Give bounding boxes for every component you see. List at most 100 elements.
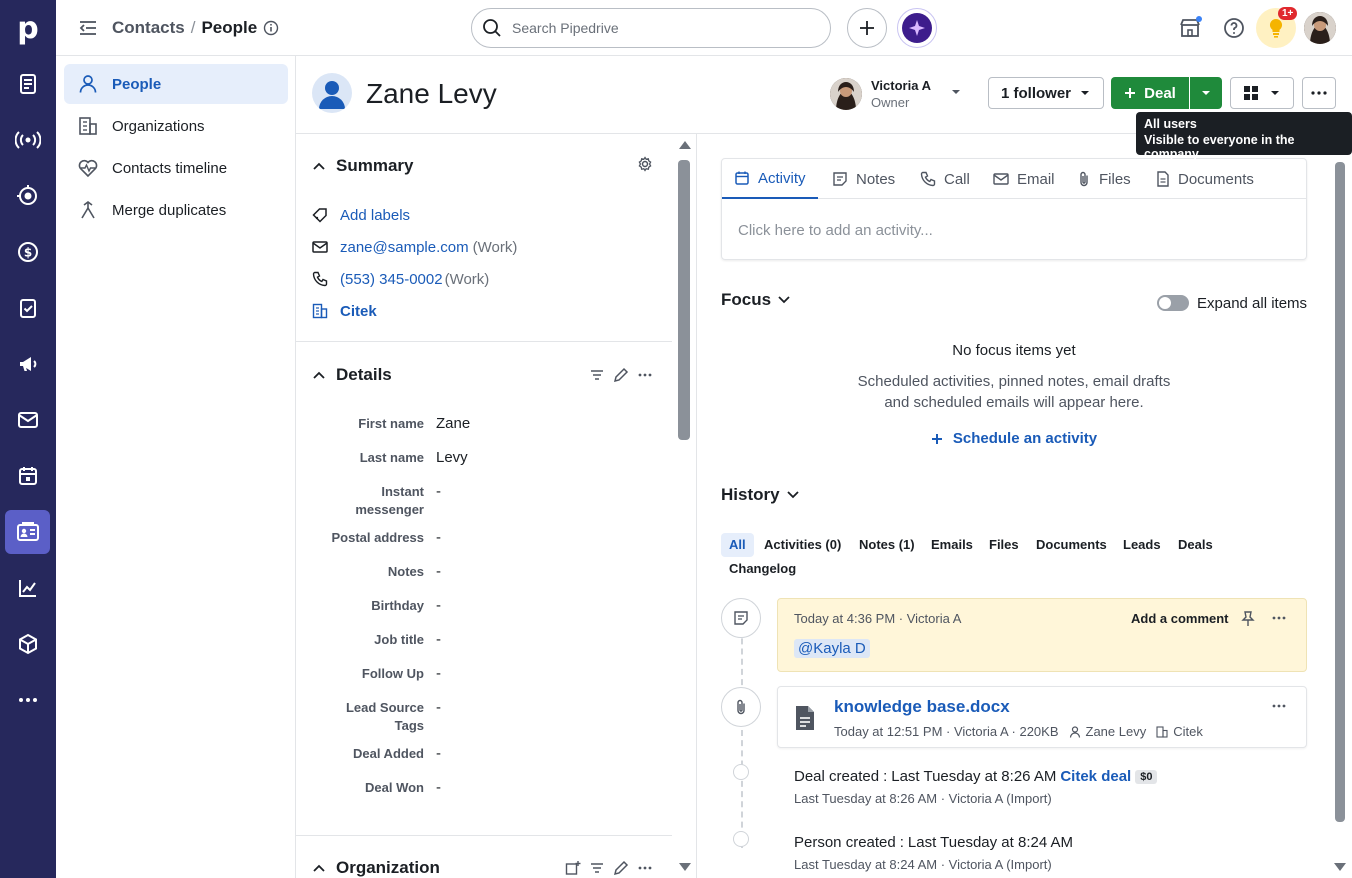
phone-row: (553) 345-0002 (Work): [312, 269, 489, 289]
organization-link[interactable]: Citek: [340, 303, 377, 320]
email-link[interactable]: zane@sample.com: [340, 239, 469, 256]
ellipsis-icon[interactable]: [637, 367, 653, 383]
more-actions-button[interactable]: [1302, 77, 1336, 109]
summary-settings-icon[interactable]: [637, 156, 653, 172]
tasks-icon[interactable]: [0, 284, 56, 332]
mail-icon[interactable]: [0, 396, 56, 444]
history-header[interactable]: History: [721, 485, 800, 505]
summary-header[interactable]: Summary: [312, 156, 413, 176]
search-input[interactable]: Search Pipedrive: [471, 8, 831, 48]
tab-notes[interactable]: Notes: [820, 159, 907, 199]
expand-all-toggle[interactable]: [1157, 295, 1189, 311]
building-icon: [1156, 725, 1168, 738]
field-label: Birthday: [371, 598, 424, 613]
add-deal-button[interactable]: Deal: [1111, 77, 1189, 109]
focus-empty-title: No focus items yet: [952, 342, 1076, 359]
field-label: Job title: [374, 632, 424, 647]
file-card[interactable]: knowledge base.docx Today at 12:51 PM · …: [777, 686, 1307, 748]
top-bar: Contacts / People Search Pipedrive 1+: [56, 0, 1352, 56]
file-org-link[interactable]: Citek: [1156, 724, 1203, 739]
collapse-menu-icon[interactable]: [78, 18, 98, 38]
filter-files[interactable]: Files: [981, 533, 1027, 557]
add-organization-icon[interactable]: [565, 860, 581, 876]
filter-documents[interactable]: Documents: [1028, 533, 1115, 557]
person-created-event: Person created: Last Tuesday at 8:24 AM: [794, 834, 1074, 851]
contacts-icon[interactable]: [5, 510, 50, 554]
add-comment-button[interactable]: Add a comment: [1131, 611, 1229, 626]
chevron-down-icon: [1269, 87, 1281, 99]
campaigns-icon[interactable]: [0, 340, 56, 388]
deals-icon[interactable]: $: [0, 228, 56, 276]
mention-chip[interactable]: @Kayla D: [794, 639, 870, 658]
signal-icon[interactable]: [0, 116, 56, 164]
ellipsis-icon[interactable]: [637, 860, 653, 876]
tips-button[interactable]: 1+: [1256, 7, 1298, 48]
scroll-up-icon[interactable]: [678, 140, 692, 150]
tab-documents[interactable]: Documents: [1144, 159, 1266, 199]
file-name-link[interactable]: knowledge base.docx: [834, 697, 1010, 717]
note-card[interactable]: Today at 4:36 PM · Victoria A Add a comm…: [777, 598, 1307, 672]
ellipsis-icon[interactable]: [1272, 699, 1286, 713]
user-avatar[interactable]: [1304, 12, 1336, 44]
filter-notes[interactable]: Notes (1): [851, 533, 923, 557]
scroll-down-icon[interactable]: [678, 862, 692, 872]
visibility-tooltip: All users Visible to everyone in the com…: [1136, 112, 1352, 161]
field-label: Last name: [359, 450, 424, 465]
details-header[interactable]: Details: [312, 365, 392, 385]
sidebar-item-merge-duplicates[interactable]: Merge duplicates: [64, 190, 288, 230]
ellipsis-icon[interactable]: [1272, 611, 1286, 625]
deal-dropdown-button[interactable]: [1190, 77, 1222, 109]
tab-files[interactable]: Files: [1065, 159, 1143, 199]
visibility-button[interactable]: [1230, 77, 1294, 109]
add-activity-input[interactable]: Click here to add an activity...: [738, 222, 933, 239]
deal-link[interactable]: Citek deal: [1060, 768, 1131, 785]
file-person-link[interactable]: Zane Levy: [1069, 724, 1146, 739]
sparkle-icon: [902, 13, 932, 43]
tab-call[interactable]: Call: [908, 159, 982, 199]
marketplace-icon[interactable]: [1176, 14, 1204, 42]
sidebar-item-contacts-timeline[interactable]: Contacts timeline: [64, 148, 288, 188]
add-labels-link[interactable]: Add labels: [340, 207, 410, 224]
sidebar-item-organizations[interactable]: Organizations: [64, 106, 288, 146]
products-icon[interactable]: [0, 620, 56, 668]
filter-changelog[interactable]: Changelog: [721, 557, 804, 581]
organization-section-header[interactable]: Organization: [312, 858, 440, 878]
panel-scrollbar[interactable]: [1335, 162, 1345, 822]
details-scrollbar[interactable]: [678, 160, 690, 440]
field-label: Deal Added: [352, 746, 424, 761]
breadcrumb-contacts[interactable]: Contacts: [112, 18, 185, 38]
target-icon[interactable]: [0, 172, 56, 220]
add-labels-row[interactable]: Add labels: [312, 205, 410, 225]
info-icon[interactable]: [263, 20, 279, 36]
calendar-icon: [734, 170, 750, 186]
edit-icon[interactable]: [613, 367, 629, 383]
pin-icon[interactable]: [1241, 611, 1255, 627]
insights-icon[interactable]: [0, 564, 56, 612]
calendar-icon[interactable]: [0, 452, 56, 500]
scroll-down-icon[interactable]: [1333, 862, 1347, 872]
filter-emails[interactable]: Emails: [923, 533, 981, 557]
focus-header[interactable]: Focus: [721, 290, 791, 310]
help-icon[interactable]: [1220, 14, 1248, 42]
person-name[interactable]: Zane Levy: [366, 78, 497, 110]
filter-activities[interactable]: Activities (0): [756, 533, 849, 557]
ai-assistant-button[interactable]: [897, 8, 937, 48]
filter-icon[interactable]: [589, 860, 605, 876]
phone-link[interactable]: (553) 345-0002: [340, 271, 443, 288]
filter-all[interactable]: All: [721, 533, 754, 557]
filter-icon[interactable]: [589, 367, 605, 383]
owner-selector[interactable]: Victoria A Owner: [830, 76, 970, 112]
quick-add-button[interactable]: [847, 8, 887, 48]
leads-icon[interactable]: [0, 60, 56, 108]
filter-deals[interactable]: Deals: [1170, 533, 1221, 557]
tab-activity[interactable]: Activity: [722, 159, 818, 199]
edit-icon[interactable]: [613, 860, 629, 876]
person-avatar-icon: [312, 73, 352, 113]
schedule-activity-button[interactable]: Schedule an activity: [721, 430, 1307, 448]
filter-leads[interactable]: Leads: [1115, 533, 1169, 557]
sidebar-item-people[interactable]: People: [64, 64, 288, 104]
pipedrive-logo[interactable]: p: [0, 0, 56, 56]
more-icon[interactable]: [0, 676, 56, 724]
tab-email[interactable]: Email: [981, 159, 1067, 199]
follower-button[interactable]: 1 follower: [988, 77, 1104, 109]
